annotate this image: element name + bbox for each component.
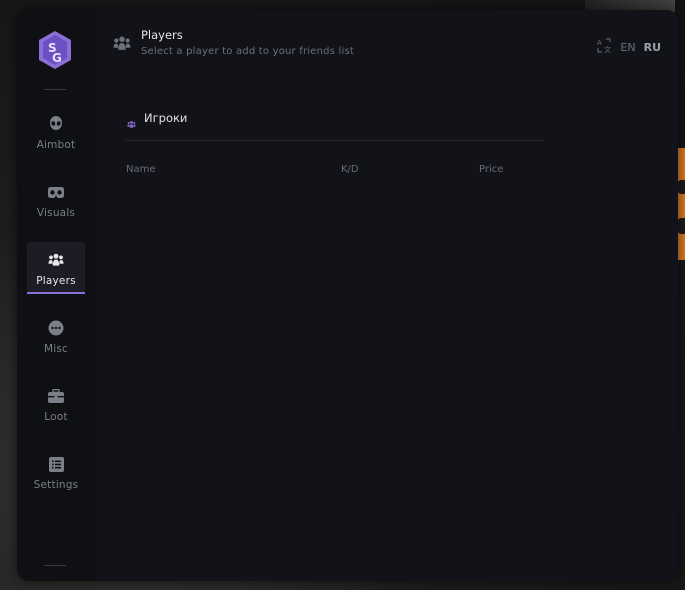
sidebar-item-label: Settings: [33, 479, 79, 491]
column-header-kd: K/D: [341, 164, 359, 175]
sidebar-item-players[interactable]: Players: [27, 242, 85, 294]
vr-headset-icon: [48, 184, 64, 200]
sidebar-item-label: Players: [36, 275, 76, 287]
logo-icon: S G: [39, 31, 71, 69]
section-divider: [125, 140, 543, 141]
sidebar-item-aimbot[interactable]: Aimbot: [27, 106, 85, 158]
page-subtitle: Select a player to add to your friends l…: [141, 46, 354, 57]
app-window: S G Aimbot Visuals Players Misc Loot Set…: [17, 10, 678, 581]
sidebar-item-label: Aimbot: [36, 139, 76, 151]
chat-dots-icon: [48, 320, 64, 336]
background-orange-panel: [677, 148, 685, 260]
sidebar-item-misc[interactable]: Misc: [27, 310, 85, 362]
sidebar-item-label: Loot: [44, 411, 68, 423]
sidebar-divider-top: [44, 89, 66, 90]
users-icon: [113, 36, 131, 52]
sidebar-item-label: Misc: [43, 343, 69, 355]
users-icon: [48, 252, 64, 268]
briefcase-icon: [48, 388, 64, 404]
sidebar-item-loot[interactable]: Loot: [27, 378, 85, 430]
sidebar-item-settings[interactable]: Settings: [27, 446, 85, 498]
sidebar-item-label: Visuals: [36, 207, 76, 219]
language-switcher: A 文 EN RU: [597, 38, 661, 56]
sidebar: S G Aimbot Visuals Players Misc Loot Set…: [17, 10, 97, 581]
column-header-name: Name: [126, 164, 156, 175]
svg-text:G: G: [52, 51, 62, 65]
users-icon: [127, 114, 136, 128]
sidebar-item-visuals[interactable]: Visuals: [27, 174, 85, 226]
main-panel: Players Select a player to add to your f…: [97, 10, 678, 581]
svg-text:文: 文: [604, 45, 611, 53]
section-title: Игроки: [144, 111, 188, 125]
language-option-en[interactable]: EN: [620, 41, 635, 54]
translate-icon[interactable]: A 文: [597, 38, 612, 56]
language-option-ru[interactable]: RU: [644, 41, 661, 54]
alien-icon: [48, 116, 64, 132]
svg-text:A: A: [597, 39, 602, 47]
sidebar-divider-bottom: [44, 565, 66, 566]
list-icon: [48, 456, 64, 472]
column-header-price: Price: [479, 164, 504, 175]
page-title: Players: [141, 28, 183, 42]
